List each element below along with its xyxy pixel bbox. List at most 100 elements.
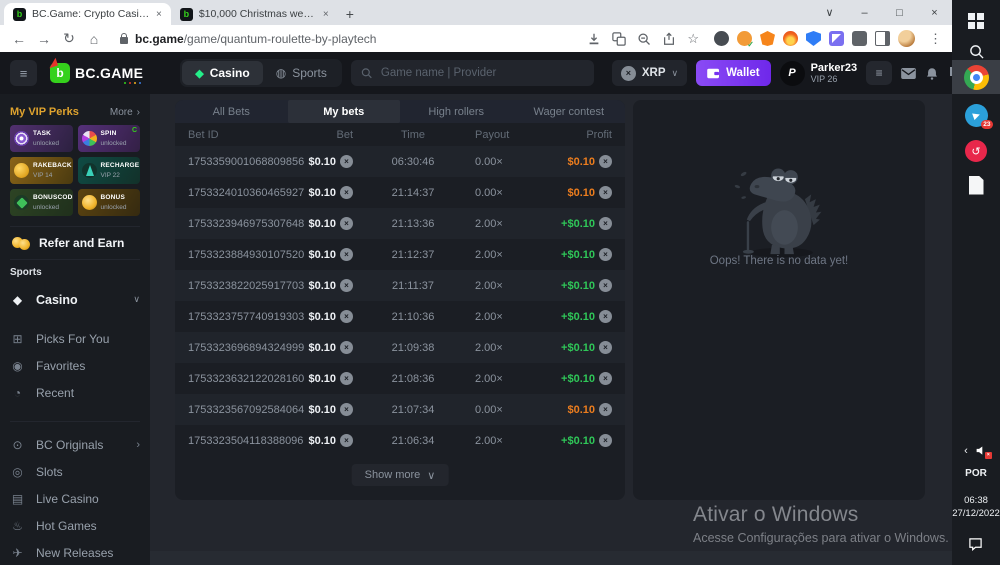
hamburger-menu-icon[interactable]: ≡ <box>10 60 37 86</box>
tab-all-bets[interactable]: All Bets <box>175 100 288 123</box>
sidebar-item-hot-games[interactable]: ♨ Hot Games <box>10 512 140 539</box>
currency-selector[interactable]: × XRP ∨ <box>612 60 687 86</box>
vip-perk-rakeback[interactable]: RAKEBACK VIP 14 <box>10 157 73 184</box>
bet-payout: 2.00× <box>473 342 533 354</box>
tab-search-chevron-icon[interactable]: ∨ <box>812 6 847 19</box>
share-icon[interactable] <box>662 32 676 46</box>
taskbar-telegram-button[interactable]: ▶ 23 <box>952 98 1000 132</box>
table-row[interactable]: 1753323696894324999 $0.10× 21:09:38 2.00… <box>175 332 625 363</box>
wallet-button[interactable]: Wallet <box>696 60 770 86</box>
tab-wager-contest[interactable]: Wager contest <box>513 100 626 123</box>
forward-button[interactable]: → <box>35 31 53 47</box>
side-panel-icon[interactable] <box>875 31 890 46</box>
bet-id: 1753323822025917703 <box>188 280 303 292</box>
browser-profile-avatar[interactable] <box>898 30 915 47</box>
sidebar-item-slots[interactable]: ◎ Slots <box>10 458 140 485</box>
muted-speaker-icon[interactable]: × <box>975 444 988 457</box>
browser-menu-icon[interactable]: ⋮ <box>929 31 942 47</box>
user-avatar[interactable]: P <box>780 61 805 86</box>
tab-my-bets[interactable]: My bets <box>288 100 401 123</box>
xrp-coin-icon: × <box>340 372 353 385</box>
tab-high-rollers[interactable]: High rollers <box>400 100 513 123</box>
table-row[interactable]: 1753323822025917703 $0.10× 21:11:37 2.00… <box>175 270 625 301</box>
browser-tab[interactable]: b $10,000 Christmas week special × <box>171 3 338 25</box>
show-more-button[interactable]: Show more∨ <box>352 464 449 486</box>
bet-id: 1753323946975307648 <box>188 218 303 230</box>
bet-profit: $0.10× <box>567 403 612 416</box>
tab-sports[interactable]: ◍Sports <box>263 61 340 85</box>
new-tab-button[interactable]: + <box>346 6 354 22</box>
table-row[interactable]: 1753323884930107520 $0.10× 21:12:37 2.00… <box>175 239 625 270</box>
sidebar-item-favorites[interactable]: ◉ Favorites <box>10 352 140 379</box>
table-row[interactable]: 1753359001068809856 $0.10× 06:30:46 0.00… <box>175 146 625 177</box>
refer-and-earn[interactable]: Refer and Earn <box>10 226 140 260</box>
hidden-icons-chevron[interactable]: ‹ <box>964 445 968 457</box>
browser-tab[interactable]: b BC.Game: Crypto Casino Games × <box>4 3 171 25</box>
table-row[interactable]: 1753323946975307648 $0.10× 21:13:36 2.00… <box>175 208 625 239</box>
reload-button[interactable]: ↻ <box>60 30 78 47</box>
sidebar-item-casino[interactable]: ◆ Casino ∨ <box>10 287 140 312</box>
tab-casino[interactable]: ◆Casino <box>182 61 262 85</box>
action-center-icon[interactable] <box>968 537 983 556</box>
bcgame-logo[interactable]: b BC.GAME <box>50 63 143 83</box>
sidebar-item-bc-originals[interactable]: ⊙ BC Originals › <box>10 431 140 458</box>
taskbar-red-app-button[interactable]: ↺ <box>952 134 1000 168</box>
bet-id: 1753324010360465927 <box>188 187 303 199</box>
bet-amount: $0.10× <box>308 186 353 199</box>
taskbar-notepad-button[interactable] <box>952 168 1000 202</box>
back-button[interactable]: ← <box>10 31 28 47</box>
game-search[interactable] <box>351 60 594 86</box>
taskbar-chrome-button[interactable] <box>952 60 1000 94</box>
extension-bird-icon[interactable] <box>714 31 729 46</box>
start-button[interactable] <box>952 4 1000 38</box>
table-row[interactable]: 1753323504118388096 $0.10× 21:06:34 2.00… <box>175 425 625 456</box>
bookmark-star-icon[interactable]: ☆ <box>687 31 699 47</box>
window-maximize-button[interactable]: □ <box>882 7 917 19</box>
notifications-bell-icon[interactable] <box>925 66 939 81</box>
extension-kite-icon[interactable] <box>829 31 844 46</box>
sidebar-item-label: Favorites <box>36 359 129 373</box>
vip-perk-bonus[interactable]: BONUS unlocked <box>78 189 141 216</box>
sidebar-item-new-releases[interactable]: ✈ New Releases <box>10 539 140 565</box>
lock-icon[interactable] <box>120 37 128 44</box>
translate-icon[interactable] <box>612 32 626 46</box>
vip-more-link[interactable]: More› <box>110 107 140 118</box>
user-profile[interactable]: P Parker23 VIP 26 <box>780 61 858 86</box>
tags-icon <box>14 195 29 210</box>
table-row[interactable]: 1753323632122028160 $0.10× 21:08:36 2.00… <box>175 363 625 394</box>
bet-list-toggle-icon[interactable]: ≡ <box>866 61 892 85</box>
vip-perk-spin[interactable]: SPIN unlocked C <box>78 125 141 152</box>
bet-amount: $0.10× <box>308 155 353 168</box>
table-row[interactable]: 1753324010360465927 $0.10× 21:14:37 0.00… <box>175 177 625 208</box>
extensions-puzzle-icon[interactable] <box>852 31 867 46</box>
extension-flame-icon[interactable] <box>783 31 798 46</box>
zoom-icon[interactable] <box>637 32 651 46</box>
sidebar-item-recent[interactable]: ◔ Recent <box>10 379 140 406</box>
chevron-right-icon: › <box>137 107 140 118</box>
diamond-icon: ◆ <box>10 293 25 307</box>
taskbar-clock[interactable]: 06:38 27/12/2022 <box>952 494 1000 520</box>
vip-perk-bonuscode[interactable]: BONUSCODE unlocked <box>10 189 73 216</box>
vip-perk-recharge[interactable]: RECHARGE VIP 22 <box>78 157 141 184</box>
window-close-button[interactable]: × <box>917 7 952 19</box>
sidebar-item-picks-for-you[interactable]: ⊞ Picks For You <box>10 325 140 352</box>
table-row[interactable]: 1753323757740919303 $0.10× 21:10:36 2.00… <box>175 301 625 332</box>
home-button[interactable]: ⌂ <box>85 31 103 47</box>
inbox-icon[interactable] <box>901 68 916 79</box>
tab-close-icon[interactable]: × <box>323 9 329 20</box>
extension-check-icon[interactable] <box>737 31 752 46</box>
chevron-right-icon: › <box>136 439 140 451</box>
table-row[interactable]: 1753323567092584064 $0.10× 21:07:34 0.00… <box>175 394 625 425</box>
sidebar-item-live-casino[interactable]: ▤ Live Casino <box>10 485 140 512</box>
tab-close-icon[interactable]: × <box>156 9 162 20</box>
window-minimize-button[interactable]: – <box>847 7 882 19</box>
bets-panel: All BetsMy betsHigh rollersWager contest… <box>175 100 625 500</box>
sidebar-menu-top: ⊞ Picks For You ◉ Favorites ◔ Recent <box>10 325 140 406</box>
download-icon[interactable] <box>587 32 601 46</box>
taskbar-language[interactable]: POR <box>952 468 1000 479</box>
metamask-icon[interactable] <box>760 31 775 46</box>
search-input[interactable] <box>379 66 584 80</box>
vip-perk-task[interactable]: TASK unlocked <box>10 125 73 152</box>
url-bar[interactable]: bc.game/game/quantum-roulette-by-playtec… <box>110 32 580 46</box>
extension-shield-icon[interactable] <box>806 31 821 46</box>
